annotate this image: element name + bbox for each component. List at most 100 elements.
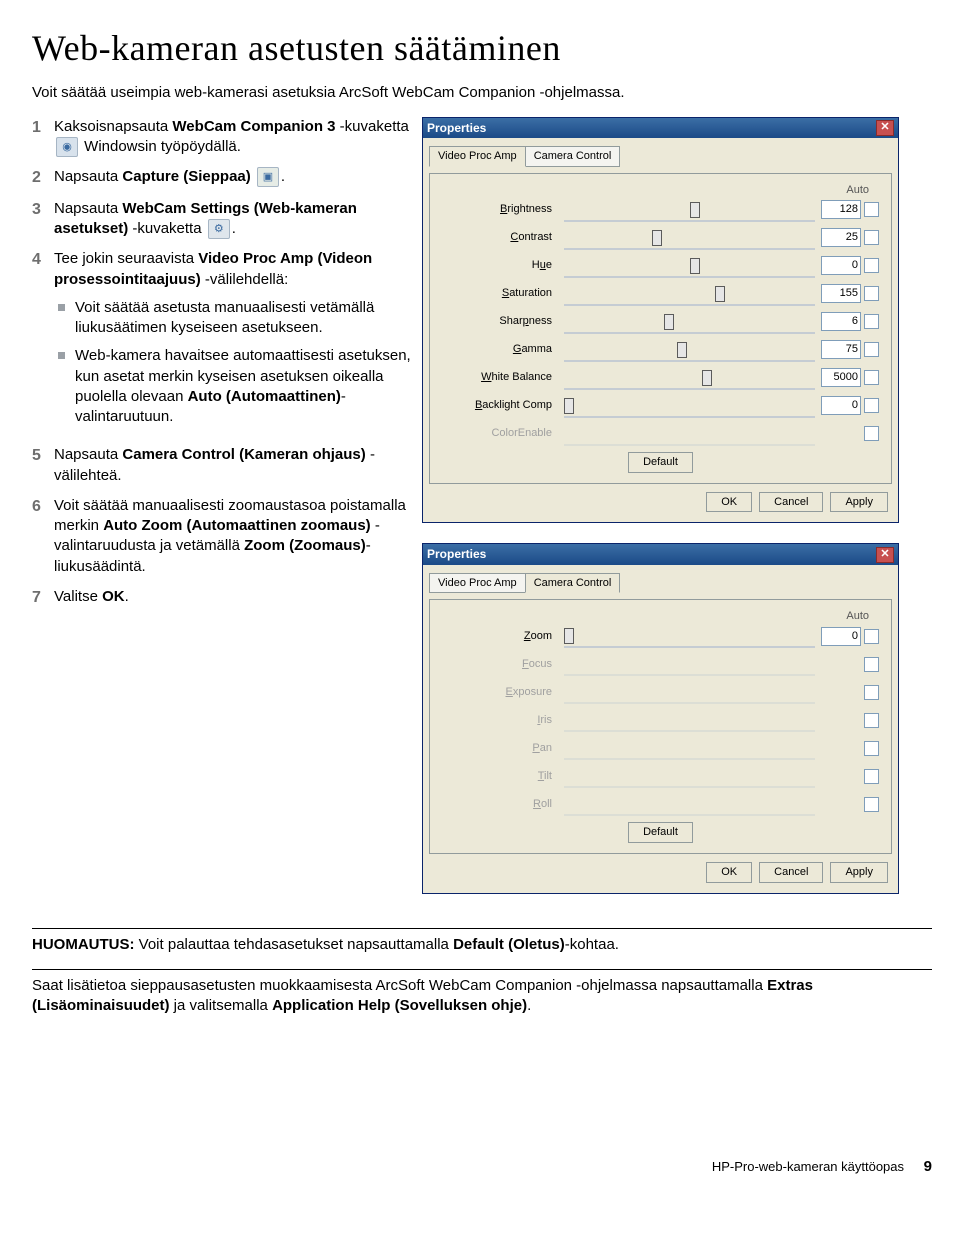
auto-checkbox[interactable] bbox=[864, 398, 879, 413]
slider-thumb[interactable] bbox=[690, 202, 700, 218]
tab-video-proc-amp[interactable]: Video Proc Amp bbox=[429, 146, 526, 167]
step-number: 7 bbox=[32, 587, 54, 609]
slider-label: Tilt bbox=[438, 769, 558, 784]
slider-label: Saturation bbox=[438, 286, 558, 301]
step-number: 1 bbox=[32, 117, 54, 158]
apply-button[interactable]: Apply bbox=[830, 862, 888, 883]
ok-button[interactable]: OK bbox=[706, 492, 752, 513]
default-button[interactable]: Default bbox=[628, 452, 693, 473]
separator bbox=[32, 928, 932, 929]
auto-checkbox bbox=[864, 713, 879, 728]
slider-value: 6 bbox=[821, 312, 861, 331]
slider-label: Pan bbox=[438, 741, 558, 756]
properties-dialog-cameracontrol: Properties ✕ Video Proc Amp Camera Contr… bbox=[422, 543, 899, 894]
step-7: Valitse OK. bbox=[54, 587, 412, 609]
auto-checkbox bbox=[864, 426, 879, 441]
step-4: Tee jokin seuraavista Video Proc Amp (Vi… bbox=[54, 249, 412, 435]
step-5: Napsauta Camera Control (Kameran ohjaus)… bbox=[54, 445, 412, 486]
tab-camera-control[interactable]: Camera Control bbox=[525, 146, 621, 167]
close-icon[interactable]: ✕ bbox=[876, 547, 894, 563]
cancel-button[interactable]: Cancel bbox=[759, 492, 823, 513]
slider-label: Contrast bbox=[438, 230, 558, 245]
tab-camera-control[interactable]: Camera Control bbox=[525, 573, 621, 594]
close-icon[interactable]: ✕ bbox=[876, 120, 894, 136]
slider-label: Roll bbox=[438, 797, 558, 812]
slider-thumb[interactable] bbox=[677, 342, 687, 358]
webcam-companion-icon: ◉ bbox=[56, 137, 78, 157]
auto-checkbox bbox=[864, 741, 879, 756]
auto-checkbox[interactable] bbox=[864, 286, 879, 301]
bullet-icon bbox=[58, 352, 65, 359]
slider-label: White Balance bbox=[438, 370, 558, 385]
slider-thumb[interactable] bbox=[652, 230, 662, 246]
slider-thumb[interactable] bbox=[564, 628, 574, 644]
auto-checkbox bbox=[864, 685, 879, 700]
step-number: 5 bbox=[32, 445, 54, 486]
slider-track[interactable] bbox=[564, 374, 815, 390]
note-extras: Saat lisätietoa sieppausasetusten muokka… bbox=[32, 976, 932, 1017]
auto-checkbox bbox=[864, 769, 879, 784]
slider-label: Exposure bbox=[438, 685, 558, 700]
auto-checkbox[interactable] bbox=[864, 370, 879, 385]
slider-label: Zoom bbox=[438, 629, 558, 644]
step-1: Kaksoisnapsauta WebCam Companion 3 -kuva… bbox=[54, 117, 412, 158]
slider-label: Hue bbox=[438, 258, 558, 273]
note-default: HUOMAUTUS: Voit palauttaa tehdasasetukse… bbox=[32, 935, 932, 955]
slider-track bbox=[564, 716, 815, 732]
slider-track[interactable] bbox=[564, 318, 815, 334]
auto-checkbox[interactable] bbox=[864, 258, 879, 273]
slider-track[interactable] bbox=[564, 632, 815, 648]
default-button[interactable]: Default bbox=[628, 822, 693, 843]
step-number: 4 bbox=[32, 249, 54, 435]
slider-label: Brightness bbox=[438, 202, 558, 217]
auto-checkbox[interactable] bbox=[864, 314, 879, 329]
slider-label: Sharpness bbox=[438, 314, 558, 329]
slider-thumb[interactable] bbox=[664, 314, 674, 330]
slider-track[interactable] bbox=[564, 346, 815, 362]
footer-doc-title: HP-Pro-web-kameran käyttöopas bbox=[712, 1159, 904, 1174]
slider-value: 25 bbox=[821, 228, 861, 247]
bullet-icon bbox=[58, 304, 65, 311]
slider-thumb[interactable] bbox=[715, 286, 725, 302]
step-2: Napsauta Capture (Sieppaa) ▣. bbox=[54, 167, 412, 189]
step-3: Napsauta WebCam Settings (Web-kameran as… bbox=[54, 199, 412, 240]
auto-checkbox[interactable] bbox=[864, 202, 879, 217]
slider-label: Iris bbox=[438, 713, 558, 728]
slider-track[interactable] bbox=[564, 402, 815, 418]
slider-track[interactable] bbox=[564, 206, 815, 222]
properties-dialog-videoprocamp: Properties ✕ Video Proc Amp Camera Contr… bbox=[422, 117, 899, 524]
slider-label: ColorEnable bbox=[438, 426, 558, 441]
separator bbox=[32, 969, 932, 970]
slider-track bbox=[564, 772, 815, 788]
slider-track bbox=[564, 430, 815, 446]
auto-checkbox[interactable] bbox=[864, 342, 879, 357]
footer-page-number: 9 bbox=[924, 1158, 932, 1175]
slider-track[interactable] bbox=[564, 262, 815, 278]
ok-button[interactable]: OK bbox=[706, 862, 752, 883]
auto-column-label: Auto bbox=[846, 183, 869, 198]
tab-video-proc-amp[interactable]: Video Proc Amp bbox=[429, 573, 526, 594]
slider-track[interactable] bbox=[564, 234, 815, 250]
slider-value: 5000 bbox=[821, 368, 861, 387]
step-number: 6 bbox=[32, 496, 54, 577]
slider-thumb[interactable] bbox=[564, 398, 574, 414]
slider-track bbox=[564, 744, 815, 760]
apply-button[interactable]: Apply bbox=[830, 492, 888, 513]
intro-text: Voit säätää useimpia web-kamerasi asetuk… bbox=[32, 83, 932, 103]
page-title: Web-kameran asetusten säätäminen bbox=[32, 24, 932, 73]
dialog-title: Properties bbox=[427, 120, 486, 136]
slider-label: Backlight Comp bbox=[438, 398, 558, 413]
slider-thumb[interactable] bbox=[690, 258, 700, 274]
slider-thumb[interactable] bbox=[702, 370, 712, 386]
dialog-title: Properties bbox=[427, 546, 486, 562]
auto-checkbox[interactable] bbox=[864, 230, 879, 245]
auto-checkbox bbox=[864, 657, 879, 672]
slider-value: 155 bbox=[821, 284, 861, 303]
capture-icon: ▣ bbox=[257, 167, 279, 187]
cancel-button[interactable]: Cancel bbox=[759, 862, 823, 883]
auto-column-label: Auto bbox=[846, 609, 869, 624]
slider-track[interactable] bbox=[564, 290, 815, 306]
slider-value: 0 bbox=[821, 627, 861, 646]
slider-label: Gamma bbox=[438, 342, 558, 357]
auto-checkbox[interactable] bbox=[864, 629, 879, 644]
